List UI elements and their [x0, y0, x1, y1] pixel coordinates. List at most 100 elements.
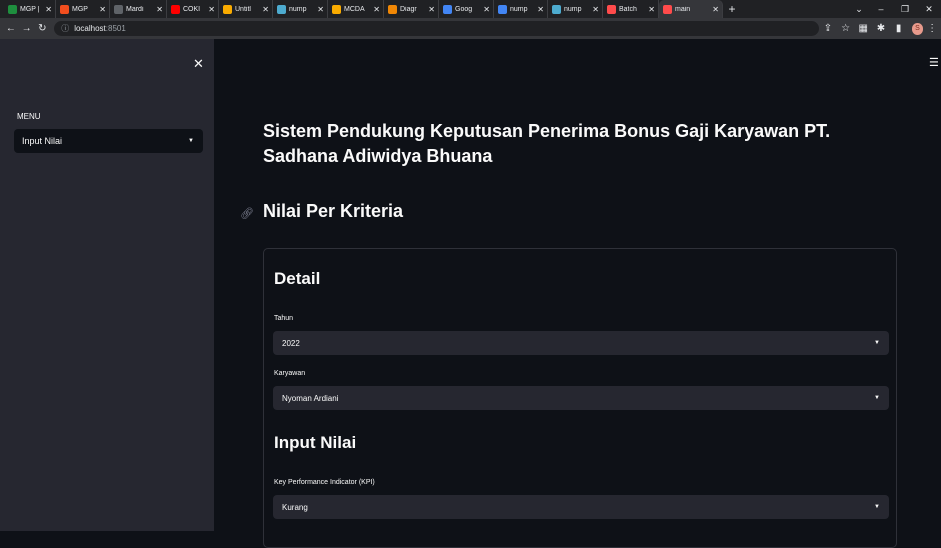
extension-icon[interactable]: ▦ — [854, 23, 872, 34]
close-tab-icon[interactable]: ✕ — [428, 5, 435, 14]
colab-icon — [223, 4, 232, 14]
tab-label: Untitl — [235, 5, 251, 13]
address-bar: ← → ↻ ⓘ localhost:8501 ⇪ ☆ ▦ ✱ ▮ S ⋮ — [0, 18, 941, 39]
menu-select[interactable]: Input Nilai ▼ — [14, 129, 203, 153]
tab-search-icon[interactable]: ⌄ — [848, 0, 870, 18]
close-tab-icon[interactable]: ✕ — [537, 5, 544, 14]
tab-label: Mardi — [126, 5, 144, 13]
maximize-icon[interactable]: ❐ — [894, 0, 916, 18]
tab-strip: MGP | ✕ MGP ✕ Mardi ✕ COKI ✕ Untitl ✕ nump ✕ MCDA ✕ Di… — [4, 0, 723, 18]
docs-icon — [443, 4, 452, 14]
site-info-icon[interactable]: ⓘ — [61, 23, 69, 34]
url-port: :8501 — [105, 24, 126, 33]
new-tab-button[interactable]: + — [723, 2, 741, 16]
chevron-down-icon: ▼ — [874, 340, 880, 346]
share-icon[interactable]: ⇪ — [819, 23, 837, 34]
close-sidebar-icon[interactable]: ✕ — [193, 56, 204, 72]
menu-label: MENU — [17, 112, 41, 121]
close-window-icon[interactable]: ✕ — [918, 0, 940, 18]
streamlit-icon — [663, 4, 672, 14]
streamlit-icon — [607, 4, 616, 14]
close-tab-icon[interactable]: ✕ — [208, 5, 215, 14]
sheets-icon — [8, 4, 17, 14]
tab-label: MCDA — [344, 5, 365, 13]
tab-label: nump — [510, 5, 528, 13]
bookmark-star-icon[interactable]: ☆ — [837, 23, 855, 34]
back-icon[interactable]: ← — [3, 23, 19, 34]
kpi-select[interactable]: Kurang ▼ — [273, 495, 889, 519]
chevron-down-icon: ▼ — [188, 138, 194, 144]
anchor-link-icon[interactable]: 🔗︎ — [240, 207, 254, 220]
tahun-label: Tahun — [274, 315, 294, 322]
kpi-select-value: Kurang — [282, 502, 308, 512]
browser-tab[interactable]: Untitl ✕ — [219, 0, 273, 18]
url-host: localhost — [74, 24, 106, 33]
numpy-icon — [277, 4, 286, 14]
close-tab-icon[interactable]: ✕ — [648, 5, 655, 14]
menu-kebab-icon[interactable]: ⋮ — [923, 23, 941, 34]
karyawan-label: Karyawan — [274, 370, 306, 377]
browser-tab[interactable]: nump ✕ — [494, 0, 548, 18]
chrome-icon — [498, 4, 507, 14]
close-tab-icon[interactable]: ✕ — [45, 5, 52, 14]
close-tab-icon[interactable]: ✕ — [712, 5, 719, 14]
browser-tab[interactable]: Batch ✕ — [603, 0, 659, 18]
reload-icon[interactable]: ↻ — [34, 23, 50, 34]
tab-label: nump — [289, 5, 307, 13]
tab-label: Goog — [455, 5, 473, 13]
browser-tab[interactable]: COKI ✕ — [167, 0, 219, 18]
browser-tab[interactable]: MGP | ✕ — [4, 0, 56, 18]
youtube-icon — [171, 4, 180, 14]
tab-label: Batch — [619, 5, 637, 13]
sidebar: ✕ MENU Input Nilai ▼ — [0, 39, 214, 531]
input-form: Detail Tahun 2022 ▼ Karyawan Nyoman Ardi… — [263, 248, 897, 548]
kpi-label: Key Performance Indicator (KPI) — [274, 479, 375, 486]
globe-icon — [114, 4, 123, 14]
browser-tab[interactable]: main ✕ — [659, 0, 723, 18]
section-subheader: Nilai Per Kriteria — [263, 201, 404, 221]
tab-label: Diagr — [400, 5, 417, 13]
puzzle-icon[interactable]: ✱ — [872, 23, 890, 34]
browser-tab[interactable]: Goog ✕ — [439, 0, 494, 18]
close-tab-icon[interactable]: ✕ — [156, 5, 163, 14]
sidepanel-icon[interactable]: ▮ — [890, 23, 908, 34]
browser-tab[interactable]: nump ✕ — [548, 0, 603, 18]
tab-label: MGP — [72, 5, 88, 13]
figma-icon — [60, 4, 69, 14]
forward-icon[interactable]: → — [19, 23, 35, 34]
browser-tab[interactable]: Mardi ✕ — [110, 0, 167, 18]
colab-icon — [332, 4, 341, 14]
detail-heading: Detail — [274, 269, 321, 288]
close-tab-icon[interactable]: ✕ — [262, 5, 269, 14]
browser-tab[interactable]: MCDA ✕ — [328, 0, 384, 18]
chevron-down-icon: ▼ — [874, 504, 880, 510]
chevron-down-icon: ▼ — [874, 395, 880, 401]
close-tab-icon[interactable]: ✕ — [373, 5, 380, 14]
tab-label: nump — [564, 5, 582, 13]
karyawan-select[interactable]: Nyoman Ardiani ▼ — [273, 386, 889, 410]
karyawan-select-value: Nyoman Ardiani — [282, 393, 339, 403]
tahun-select[interactable]: 2022 ▼ — [273, 331, 889, 355]
close-tab-icon[interactable]: ✕ — [99, 5, 106, 14]
browser-tab[interactable]: nump ✕ — [273, 0, 328, 18]
numpy-icon — [552, 4, 561, 14]
page-title: Sistem Pendukung Keputusan Penerima Bonu… — [263, 121, 831, 166]
hamburger-menu-icon[interactable]: ☰ — [929, 56, 939, 69]
url-input[interactable]: ⓘ localhost:8501 — [54, 21, 820, 36]
close-tab-icon[interactable]: ✕ — [592, 5, 599, 14]
tab-label: main — [675, 5, 691, 13]
close-tab-icon[interactable]: ✕ — [483, 5, 490, 14]
browser-tab[interactable]: MGP ✕ — [56, 0, 110, 18]
tab-label: MGP | — [20, 5, 40, 13]
menu-select-value: Input Nilai — [22, 136, 63, 146]
drawio-icon — [388, 4, 397, 14]
input-nilai-heading: Input Nilai — [274, 433, 357, 452]
minimize-icon[interactable]: – — [870, 0, 892, 18]
app-container: ✕ MENU Input Nilai ▼ ☰ Sistem Pendukung … — [0, 39, 941, 548]
tahun-select-value: 2022 — [282, 338, 300, 348]
profile-avatar[interactable]: S — [911, 22, 924, 35]
browser-tab-bar: MGP | ✕ MGP ✕ Mardi ✕ COKI ✕ Untitl ✕ nump ✕ MCDA ✕ Di… — [0, 0, 941, 18]
browser-tab[interactable]: Diagr ✕ — [384, 0, 439, 18]
close-tab-icon[interactable]: ✕ — [317, 5, 324, 14]
tab-label: COKI — [183, 5, 201, 13]
